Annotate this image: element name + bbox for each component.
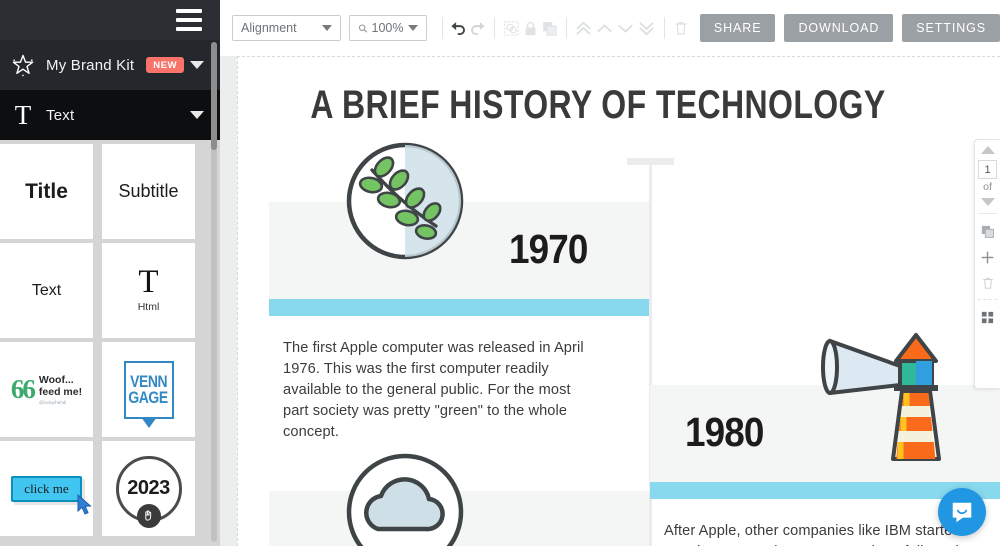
template-card-quote[interactable]: 66 Woof... feed me! @looky/hehdi (0, 342, 93, 437)
settings-button[interactable]: SETTINGS (902, 14, 1000, 42)
design-page[interactable]: A BRIEF HISTORY OF TECHNOLOGY 1970 The f… (237, 56, 1000, 546)
timeline-event-next[interactable] (269, 453, 649, 546)
next-page-button[interactable] (980, 198, 995, 206)
move-up-icon[interactable] (594, 14, 615, 42)
template-card-label: 2023 (127, 477, 170, 499)
click-me-button-preview: click me (11, 475, 82, 502)
event-year: 1980 (685, 409, 764, 455)
move-down-icon[interactable] (615, 14, 636, 42)
duplicate-page-icon[interactable] (977, 218, 999, 244)
chevron-down-icon[interactable] (190, 111, 204, 119)
template-card-title[interactable]: Title (0, 144, 93, 239)
venngage-editor: My Brand Kit NEW T Text Title Subtitle T… (0, 0, 1000, 546)
cursor-arrow-icon (77, 493, 92, 515)
template-card-label: Html (137, 301, 160, 314)
download-button[interactable]: DOWNLOAD (784, 14, 894, 42)
event-band: 1980 (650, 333, 1000, 482)
chevron-down-icon (407, 25, 418, 31)
panel-divider (978, 213, 997, 214)
grid-view-icon[interactable] (977, 304, 999, 330)
top-toolbar: Alignment 100% SHARE DOWNLOAD SETTINGS (220, 0, 1000, 56)
template-card-html[interactable]: T Html (102, 243, 195, 338)
add-page-icon[interactable] (977, 244, 999, 270)
page-of-label: of (983, 181, 992, 193)
quote-marks-icon: 66 (10, 373, 36, 404)
sidebar-scrollbar-thumb[interactable] (211, 42, 217, 150)
event-band (269, 453, 649, 546)
panel-divider (978, 299, 997, 300)
template-card-text[interactable]: Text (0, 243, 93, 338)
hamburger-icon[interactable] (176, 9, 202, 31)
undo-icon[interactable] (449, 14, 468, 42)
search-icon (358, 23, 367, 33)
serif-T-icon: T (138, 263, 159, 300)
leaf-branch-circle-icon (346, 142, 464, 260)
delete-icon[interactable] (672, 14, 691, 42)
text-template-grid: Title Subtitle Text T Html 66 Woof... fe… (0, 140, 212, 536)
toolbar-divider (494, 17, 495, 39)
year-circle-icon: 2023 (115, 455, 182, 528)
lighthouse-icon (821, 333, 941, 461)
template-card-subtitle[interactable]: Subtitle (102, 144, 195, 239)
quote-line-2: feed me! (38, 386, 83, 398)
chevron-down-icon (321, 25, 332, 31)
quote-preview: 66 Woof... feed me! @looky/hehdi (11, 374, 82, 405)
toolbar-divider (565, 17, 567, 39)
toolbar-actions: SHARE DOWNLOAD SETTINGS (691, 14, 1000, 42)
move-to-front-icon[interactable] (573, 14, 594, 42)
group-icon[interactable] (502, 14, 521, 42)
hand-badge-icon (136, 503, 161, 528)
canvas-area: A BRIEF HISTORY OF TECHNOLOGY 1970 The f… (220, 56, 1000, 546)
share-button[interactable]: SHARE (699, 14, 776, 42)
template-card-label: Subtitle (118, 181, 179, 201)
sidebar-item-my-brand-kit[interactable]: My Brand Kit NEW (0, 40, 220, 90)
left-sidebar: My Brand Kit NEW T Text Title Subtitle T… (0, 0, 220, 546)
duplicate-icon[interactable] (540, 14, 559, 42)
redo-icon[interactable] (468, 14, 487, 42)
timeline-event-1970[interactable]: 1970 The first Apple computer was releas… (269, 142, 649, 443)
template-card-year-badge[interactable]: 2023 (102, 441, 195, 536)
sidebar-item-text[interactable]: T Text (0, 90, 220, 140)
cloud-icon (346, 453, 464, 546)
template-card-venngage-logo[interactable]: VENN GAGE (102, 342, 195, 437)
toolbar-divider (664, 17, 665, 39)
star-icon (8, 53, 38, 77)
page-number-input[interactable]: 1 (978, 160, 997, 179)
event-description[interactable]: The first Apple computer was released in… (269, 316, 614, 443)
sidebar-item-label: Text (46, 106, 75, 124)
previous-page-button[interactable] (980, 146, 995, 154)
template-card-label: Title (25, 179, 68, 203)
event-accent-rule (269, 299, 649, 316)
template-card-label: Text (31, 281, 62, 299)
delete-page-icon[interactable] (977, 270, 999, 296)
quote-line-1: Woof... (38, 373, 74, 386)
canvas-gutter (220, 56, 237, 546)
new-badge: NEW (146, 57, 185, 73)
template-card-click-me[interactable]: click me (0, 441, 93, 536)
alignment-dropdown[interactable]: Alignment (232, 15, 341, 41)
template-card-label: click me (24, 480, 69, 496)
zoom-level-label: 100% (371, 21, 404, 35)
move-to-back-icon[interactable] (636, 14, 657, 42)
sidebar-item-label: My Brand Kit (46, 56, 135, 74)
chat-bubble-icon[interactable] (938, 488, 986, 536)
event-band: 1970 (269, 142, 649, 299)
event-year: 1970 (509, 226, 588, 272)
venngage-line-2: GAGE (128, 387, 169, 407)
quote-signature: @looky/hehdi (38, 400, 67, 406)
zoom-dropdown[interactable]: 100% (348, 15, 427, 41)
page-navigation-panel: 1 of (974, 139, 1000, 389)
toolbar-divider (441, 17, 443, 39)
chevron-down-icon[interactable] (190, 61, 204, 69)
venngage-logo-icon: VENN GAGE (123, 360, 174, 419)
page-title[interactable]: A BRIEF HISTORY OF TECHNOLOGY (310, 83, 886, 128)
sidebar-topbar (0, 0, 220, 40)
lock-icon[interactable] (521, 14, 540, 42)
text-T-icon: T (14, 99, 32, 130)
alignment-label: Alignment (241, 21, 297, 35)
